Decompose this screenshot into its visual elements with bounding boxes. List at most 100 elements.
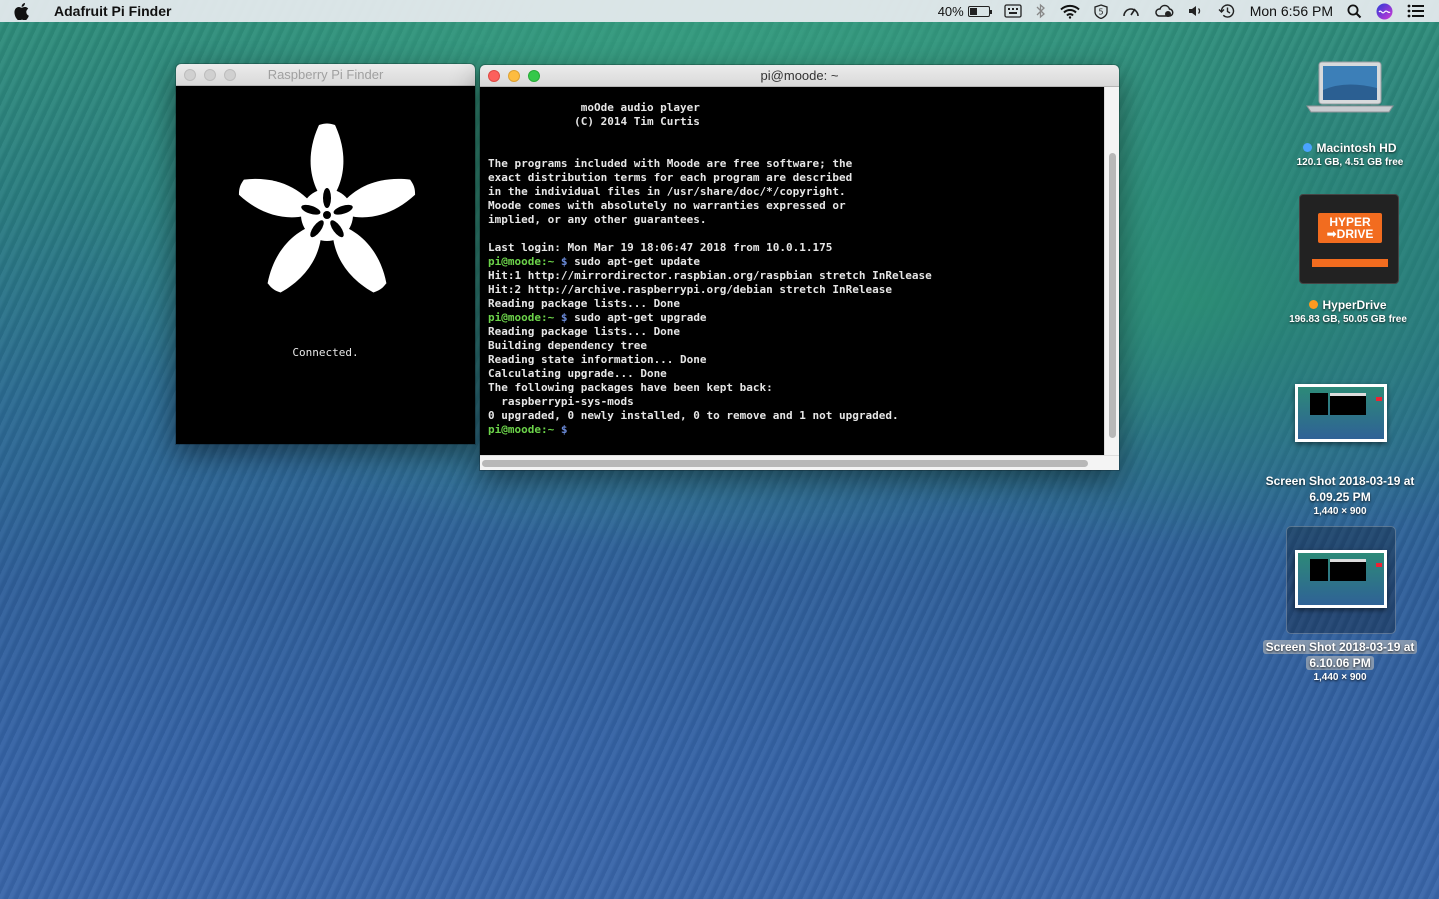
notification-center-icon[interactable]	[1407, 4, 1425, 18]
gauge-icon[interactable]	[1122, 3, 1140, 19]
terminal-line: Hit:1 http://mirrordirector.raspbian.org…	[488, 269, 1119, 283]
line-text: raspberrypi-sys-mods	[488, 395, 634, 408]
terminal-output[interactable]: moOde audio player (C) 2014 Tim Curtis Th…	[488, 101, 1119, 437]
screenshot-2-label[interactable]: Screen Shot 2018-03-19 at 6.10.06 PM 1,4…	[1250, 639, 1430, 684]
terminal-line: Moode comes with absolutely no warrantie…	[488, 199, 1119, 213]
line-text: 0 upgraded, 0 newly installed, 0 to remo…	[488, 409, 899, 422]
macintosh-hd-info: 120.1 GB, 4.51 GB free	[1296, 157, 1404, 168]
terminal-line: Reading package lists... Done	[488, 297, 1119, 311]
battery-status[interactable]: 40%	[938, 4, 992, 19]
close-button[interactable]	[488, 69, 500, 82]
bluetooth-icon[interactable]	[1036, 3, 1046, 19]
terminal-line: (C) 2014 Tim Curtis	[488, 115, 1119, 129]
line-text: sudo apt-get update	[567, 255, 700, 268]
hyperdrive-label[interactable]: HyperDrive 196.83 GB, 50.05 GB free	[1268, 297, 1428, 326]
zoom-button[interactable]	[528, 69, 540, 82]
prompt-path: :~	[540, 311, 561, 324]
prompt-path: :~	[540, 255, 561, 268]
terminal-line: exact distribution terms for each progra…	[488, 171, 1119, 185]
horizontal-scroll-thumb[interactable]	[482, 460, 1088, 467]
line-text: Hit:2 http://archive.raspberrypi.org/deb…	[488, 283, 892, 296]
prompt-user: pi@moode	[488, 311, 541, 324]
volume-icon[interactable]	[1188, 4, 1204, 18]
line-text: exact distribution terms for each progra…	[488, 171, 853, 184]
window-title: pi@moode: ~	[760, 68, 839, 83]
terminal-line: The programs included with Moode are fre…	[488, 157, 1119, 171]
apple-menu-icon[interactable]	[14, 2, 30, 20]
line-text: (C) 2014 Tim Curtis	[488, 115, 700, 128]
line-text: Reading state information... Done	[488, 353, 707, 366]
shield-icon[interactable]: 5	[1094, 3, 1108, 19]
screenshot-2-name-line2: 6.10.06 PM	[1306, 656, 1374, 670]
app-menu-name[interactable]: Adafruit Pi Finder	[54, 3, 171, 19]
window-controls	[480, 69, 540, 82]
clock[interactable]: Mon 6:56 PM	[1250, 3, 1333, 19]
hyperdrive-name: HyperDrive	[1322, 298, 1387, 312]
hyperdrive-icon[interactable]: HYPER ➡DRIVE	[1299, 194, 1399, 284]
screenshot-2-name-line1: Screen Shot 2018-03-19 at	[1262, 640, 1418, 654]
screenshot-1-thumbnail[interactable]	[1295, 384, 1387, 442]
screenshot-1-label[interactable]: Screen Shot 2018-03-19 at 6.09.25 PM 1,4…	[1250, 473, 1430, 518]
vertical-scrollbar[interactable]	[1104, 87, 1119, 455]
svg-text:5: 5	[1098, 7, 1103, 16]
prompt-user: pi@moode	[488, 255, 541, 268]
pi-finder-titlebar[interactable]: Raspberry Pi Finder	[176, 64, 475, 86]
terminal-prompt-line: pi@moode:~ $	[488, 423, 1119, 437]
terminal-line: implied, or any other guarantees.	[488, 213, 1119, 227]
vertical-scroll-thumb[interactable]	[1109, 153, 1116, 438]
terminal-line: moOde audio player	[488, 101, 1119, 115]
terminal-line: Hit:2 http://archive.raspberrypi.org/deb…	[488, 283, 1119, 297]
terminal-content[interactable]: moOde audio player (C) 2014 Tim Curtis Th…	[480, 87, 1119, 455]
minimize-button[interactable]	[508, 69, 520, 82]
horizontal-scrollbar[interactable]	[480, 455, 1119, 470]
pi-finder-window[interactable]: Raspberry Pi Finder Connected.	[176, 64, 475, 444]
line-text: implied, or any other guarantees.	[488, 213, 707, 226]
siri-icon[interactable]	[1376, 3, 1393, 20]
terminal-line: Calculating upgrade... Done	[488, 367, 1119, 381]
line-text: The following packages have been kept ba…	[488, 381, 773, 394]
macintosh-hd-name: Macintosh HD	[1316, 141, 1397, 155]
line-text: Hit:1 http://mirrordirector.raspbian.org…	[488, 269, 932, 282]
line-text: sudo apt-get upgrade	[567, 311, 707, 324]
line-text: Building dependency tree	[488, 339, 647, 352]
screenshot-1-name-line2: 6.09.25 PM	[1309, 490, 1371, 504]
battery-icon	[967, 5, 992, 17]
macintosh-hd-icon[interactable]	[1305, 60, 1395, 116]
screenshot-1-info: 1,440 × 900	[1313, 506, 1367, 517]
terminal-titlebar[interactable]: pi@moode: ~	[480, 65, 1119, 87]
terminal-prompt-line: pi@moode:~ $ sudo apt-get update	[488, 255, 1119, 269]
close-button[interactable]	[184, 68, 196, 81]
terminal-line: Reading package lists... Done	[488, 325, 1119, 339]
window-controls	[176, 68, 236, 81]
time-machine-icon[interactable]	[1218, 3, 1236, 19]
terminal-window[interactable]: pi@moode: ~ moOde audio player (C) 2014 …	[480, 65, 1119, 470]
line-text: Reading package lists... Done	[488, 297, 681, 310]
screenshot-2-thumbnail[interactable]	[1295, 550, 1387, 608]
pi-finder-content: Connected.	[176, 86, 475, 444]
line-text: Calculating upgrade... Done	[488, 367, 667, 380]
terminal-line: raspberrypi-sys-mods	[488, 395, 1119, 409]
zoom-button[interactable]	[224, 68, 236, 81]
terminal-line: in the individual files in /usr/share/do…	[488, 185, 1119, 199]
line-text: The programs included with Moode are fre…	[488, 157, 853, 170]
spotlight-search-icon[interactable]	[1347, 4, 1362, 19]
keyboard-viewer-icon[interactable]	[1004, 4, 1022, 18]
prompt-symbol: $	[560, 423, 568, 436]
wifi-icon[interactable]	[1060, 4, 1080, 19]
macintosh-hd-label[interactable]: Macintosh HD 120.1 GB, 4.51 GB free	[1275, 140, 1425, 169]
screenshot-2-info: 1,440 × 900	[1313, 672, 1367, 683]
terminal-line: 0 upgraded, 0 newly installed, 0 to remo…	[488, 409, 1119, 423]
hyperdrive-logo: HYPER ➡DRIVE	[1318, 213, 1382, 243]
status-menus: 40% 5 Mon 6:56 PM	[938, 3, 1425, 20]
color-tag-dot	[1303, 143, 1313, 152]
prompt-path: :~	[540, 423, 561, 436]
terminal-line: Last login: Mon Mar 19 18:06:47 2018 fro…	[488, 241, 1119, 255]
screenshot-1-name-line1: Screen Shot 2018-03-19 at	[1265, 474, 1415, 488]
connection-status: Connected.	[292, 346, 359, 359]
minimize-button[interactable]	[204, 68, 216, 81]
line-text: in the individual files in /usr/share/do…	[488, 185, 846, 198]
cloud-sync-icon[interactable]	[1154, 3, 1174, 19]
